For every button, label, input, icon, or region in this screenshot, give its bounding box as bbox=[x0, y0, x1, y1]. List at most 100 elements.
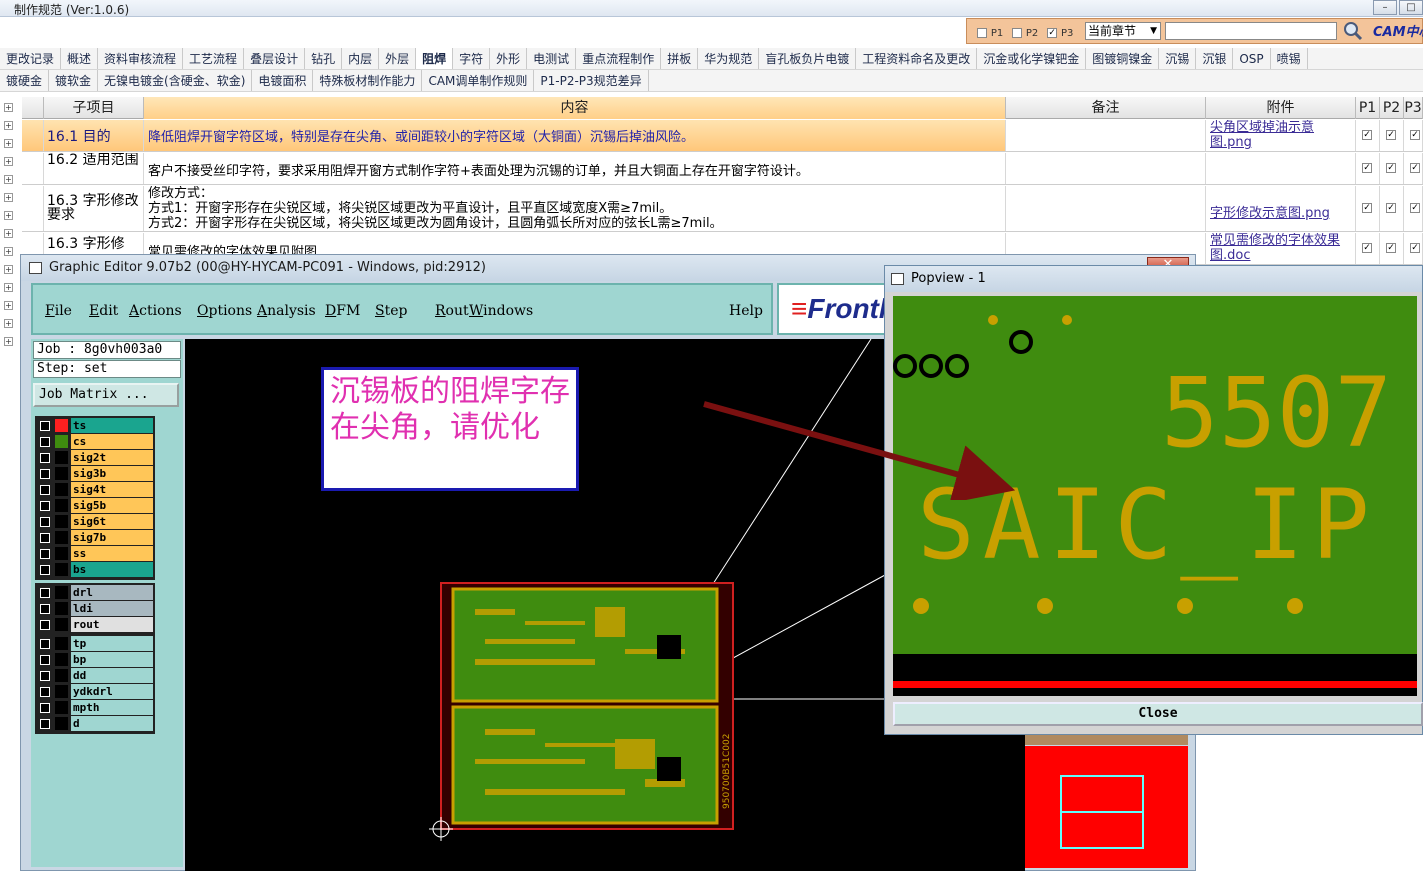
row-p2-checkbox[interactable]: ✓ bbox=[1386, 243, 1396, 253]
layer-name[interactable]: mpth bbox=[71, 700, 153, 715]
layer-name[interactable]: sig6t bbox=[71, 514, 153, 529]
layer-checkbox[interactable] bbox=[40, 655, 50, 665]
expand-icon[interactable]: + bbox=[4, 121, 13, 130]
layer-row[interactable]: sig4t bbox=[37, 482, 153, 498]
layer-name[interactable]: sig7b bbox=[71, 530, 153, 545]
layer-row[interactable]: ydkdrl bbox=[37, 684, 153, 700]
layer-color-swatch[interactable] bbox=[55, 563, 68, 576]
layer-checkbox[interactable] bbox=[40, 533, 50, 543]
layer-name[interactable]: drl bbox=[71, 585, 153, 600]
layer-name[interactable]: ydkdrl bbox=[71, 684, 153, 699]
layer-checkbox[interactable] bbox=[40, 703, 50, 713]
row-attachment-link[interactable] bbox=[1206, 153, 1356, 184]
layer-name[interactable]: sig3b bbox=[71, 466, 153, 481]
tab-item[interactable]: 电测试 bbox=[527, 48, 577, 69]
row-remark[interactable] bbox=[1006, 153, 1206, 184]
layer-color-swatch[interactable] bbox=[55, 547, 68, 560]
layer-row[interactable]: ss bbox=[37, 546, 153, 562]
layer-name[interactable]: ts bbox=[71, 418, 153, 433]
expand-icon[interactable]: + bbox=[4, 139, 13, 148]
layer-name[interactable]: sig4t bbox=[71, 482, 153, 497]
layer-color-swatch[interactable] bbox=[55, 419, 68, 432]
layer-color-swatch[interactable] bbox=[55, 653, 68, 666]
expand-icon[interactable]: + bbox=[4, 211, 13, 220]
job-field[interactable]: Job : 8g0vh003a0 bbox=[33, 341, 181, 359]
layer-checkbox[interactable] bbox=[40, 671, 50, 681]
layer-row[interactable]: dd bbox=[37, 668, 153, 684]
header-item[interactable]: 子项目 bbox=[44, 97, 144, 119]
layer-checkbox[interactable] bbox=[40, 639, 50, 649]
tab-item[interactable]: 无镍电镀金(含硬金、软金) bbox=[98, 70, 253, 91]
scope-select[interactable]: 当前章节 ▼ bbox=[1085, 22, 1161, 40]
tab-item[interactable]: 电镀面积 bbox=[252, 70, 314, 91]
row-p1-checkbox[interactable]: ✓ bbox=[1362, 243, 1372, 253]
layer-checkbox[interactable] bbox=[40, 469, 50, 479]
layer-row[interactable]: drl bbox=[37, 585, 153, 601]
layer-checkbox[interactable] bbox=[40, 453, 50, 463]
tab-item[interactable]: 阻焊 bbox=[416, 48, 454, 69]
layer-color-swatch[interactable] bbox=[55, 701, 68, 714]
expand-icon[interactable]: + bbox=[4, 193, 13, 202]
layer-color-swatch[interactable] bbox=[55, 586, 68, 599]
header-p3[interactable]: P3 bbox=[1404, 97, 1423, 119]
tab-item[interactable]: 拼板 bbox=[661, 48, 699, 69]
row-p2-checkbox[interactable]: ✓ bbox=[1386, 203, 1396, 213]
layer-name[interactable]: dd bbox=[71, 668, 153, 683]
close-button[interactable]: Close bbox=[893, 702, 1423, 726]
layer-row[interactable]: ldi bbox=[37, 601, 153, 617]
expand-icon[interactable]: + bbox=[4, 265, 13, 274]
tab-item[interactable]: 工程资料命名及更改 bbox=[856, 48, 978, 69]
menu-item[interactable]: Actions bbox=[129, 303, 182, 319]
row-attachment-link[interactable]: 字形修改示意图.png bbox=[1206, 186, 1356, 231]
layer-color-swatch[interactable] bbox=[55, 467, 68, 480]
maximize-button[interactable]: □ bbox=[1399, 0, 1423, 15]
menu-item[interactable]: Options bbox=[197, 303, 252, 319]
menu-item[interactable]: Analysis bbox=[257, 303, 316, 319]
expand-icon[interactable]: + bbox=[4, 157, 13, 166]
layer-checkbox[interactable] bbox=[40, 719, 50, 729]
layer-row[interactable]: ts bbox=[37, 418, 153, 434]
layer-checkbox[interactable] bbox=[40, 565, 50, 575]
menu-item[interactable]: Edit bbox=[89, 303, 118, 319]
layer-name[interactable]: d bbox=[71, 716, 153, 731]
layer-checkbox[interactable] bbox=[40, 485, 50, 495]
layer-name[interactable]: rout bbox=[71, 617, 153, 632]
row-remark[interactable] bbox=[1006, 186, 1206, 231]
row-p1-checkbox[interactable]: ✓ bbox=[1362, 203, 1372, 213]
tab-item[interactable]: 镀软金 bbox=[49, 70, 99, 91]
tab-item[interactable]: 外形 bbox=[490, 48, 528, 69]
expand-icon[interactable]: + bbox=[4, 337, 13, 346]
header-p1[interactable]: P1 bbox=[1356, 97, 1380, 119]
menu-item[interactable]: DFM bbox=[325, 303, 360, 319]
tab-item[interactable]: 叠层设计 bbox=[244, 48, 306, 69]
tab-item[interactable]: 外层 bbox=[379, 48, 417, 69]
table-row[interactable]: 16.3 字形修改要求 修改方式： 方式1：开窗字形存在尖锐区域，将尖锐区域更改… bbox=[22, 186, 1423, 232]
layer-color-swatch[interactable] bbox=[55, 669, 68, 682]
row-attachment-link[interactable]: 尖角区域掉油示意图.png bbox=[1206, 120, 1356, 151]
layer-color-swatch[interactable] bbox=[55, 637, 68, 650]
mini-map[interactable] bbox=[1025, 746, 1188, 868]
tab-item[interactable]: 工艺流程 bbox=[183, 48, 245, 69]
expand-icon[interactable]: + bbox=[4, 229, 13, 238]
header-remark[interactable]: 备注 bbox=[1006, 97, 1206, 119]
header-attach[interactable]: 附件 bbox=[1206, 97, 1356, 119]
row-p2-checkbox[interactable]: ✓ bbox=[1386, 130, 1396, 140]
layer-row[interactable]: sig2t bbox=[37, 450, 153, 466]
row-p3-checkbox[interactable]: ✓ bbox=[1410, 243, 1420, 253]
job-matrix-button[interactable]: Job Matrix ... bbox=[33, 383, 179, 407]
tab-item[interactable]: 盲孔板负片电镀 bbox=[759, 48, 857, 69]
layer-name[interactable]: cs bbox=[71, 434, 153, 449]
layer-color-swatch[interactable] bbox=[55, 717, 68, 730]
layer-checkbox[interactable] bbox=[40, 437, 50, 447]
layer-checkbox[interactable] bbox=[40, 549, 50, 559]
header-p2[interactable]: P2 bbox=[1380, 97, 1404, 119]
menu-item-help[interactable]: Help bbox=[729, 303, 763, 319]
expand-icon[interactable]: + bbox=[4, 301, 13, 310]
layer-name[interactable]: sig5b bbox=[71, 498, 153, 513]
layer-name[interactable]: ldi bbox=[71, 601, 153, 616]
p3-checkbox[interactable]: ✓ bbox=[1047, 27, 1058, 38]
layer-row[interactable]: sig3b bbox=[37, 466, 153, 482]
tab-item[interactable]: 重点流程制作 bbox=[576, 48, 662, 69]
tab-item[interactable]: 钻孔 bbox=[305, 48, 343, 69]
expand-icon[interactable]: + bbox=[4, 247, 13, 256]
